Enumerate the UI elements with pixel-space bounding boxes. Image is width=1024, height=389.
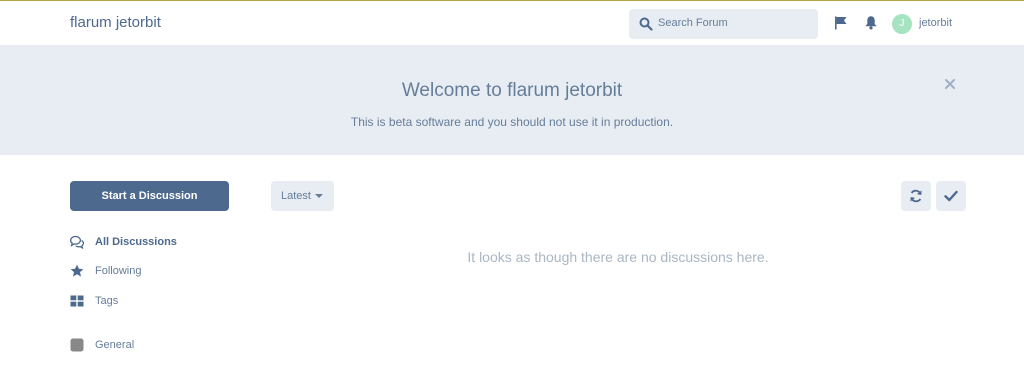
avatar[interactable]: J <box>892 14 912 34</box>
nav-item-label: Following <box>95 265 142 277</box>
header: flarum jetorbit Search Forum J jetorbit <box>0 1 1024 45</box>
mark-all-read-button[interactable] <box>936 181 966 211</box>
bell-icon[interactable] <box>864 15 878 30</box>
close-icon[interactable] <box>944 78 956 90</box>
caret-down-icon <box>315 194 323 198</box>
search-placeholder: Search Forum <box>658 17 728 29</box>
nav-item-label: Tags <box>95 295 119 307</box>
search-icon <box>639 17 653 31</box>
nav-item-label: General <box>95 339 135 351</box>
hero-description: This is beta software and you should not… <box>350 115 674 129</box>
sort-label: Latest <box>281 190 311 202</box>
forum-title[interactable]: flarum jetorbit <box>70 14 161 31</box>
username-link[interactable]: jetorbit <box>919 17 952 29</box>
refresh-icon <box>910 189 922 203</box>
check-icon <box>944 190 958 202</box>
welcome-hero: Welcome to flarum jetorbit This is beta … <box>0 45 1024 155</box>
flag-icon[interactable] <box>834 16 848 30</box>
empty-discussions-message: It looks as though there are no discussi… <box>467 249 769 265</box>
tag-square-icon <box>70 338 84 352</box>
sort-dropdown[interactable]: Latest <box>271 181 334 211</box>
hero-title: Welcome to flarum jetorbit <box>401 80 623 101</box>
start-discussion-button[interactable]: Start a Discussion <box>70 181 229 211</box>
star-icon <box>70 264 84 277</box>
search-input[interactable]: Search Forum <box>629 9 818 39</box>
comments-icon <box>70 235 84 249</box>
tags-grid-icon <box>70 295 84 307</box>
nav-item-label: All Discussions <box>95 236 177 248</box>
refresh-button[interactable] <box>901 181 931 211</box>
